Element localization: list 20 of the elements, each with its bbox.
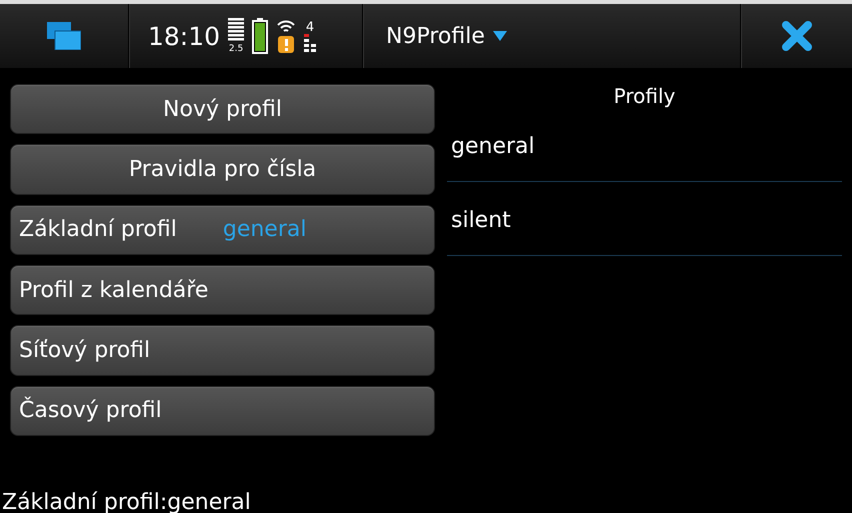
data-rate: 2.5 (228, 44, 244, 54)
clock: 18:10 (148, 22, 220, 50)
menu-button[interactable]: Nový profil (10, 84, 435, 134)
list-title: Profily (612, 84, 676, 110)
menu-button[interactable]: Pravidla pro čísla (10, 144, 435, 195)
wifi-warning-icon (276, 18, 296, 54)
signal-count: 4 (306, 20, 314, 34)
menu-button[interactable]: Profil z kalendáře (10, 264, 435, 316)
setting-button[interactable]: Základní profil general (10, 204, 435, 255)
windows-icon[interactable] (47, 22, 81, 50)
profile-item[interactable]: general (447, 134, 842, 182)
close-icon[interactable] (782, 21, 812, 51)
menu-button[interactable]: Síťový profil (10, 325, 435, 376)
profile-item[interactable]: silent (447, 208, 842, 256)
app-title[interactable]: N9Profile (386, 24, 485, 48)
menu-button[interactable]: Časový profil (10, 386, 435, 436)
setting-value: general (222, 217, 306, 242)
dropdown-caret-icon[interactable] (492, 31, 507, 41)
signal-bars-icon (304, 34, 316, 52)
battery-icon (252, 18, 268, 54)
